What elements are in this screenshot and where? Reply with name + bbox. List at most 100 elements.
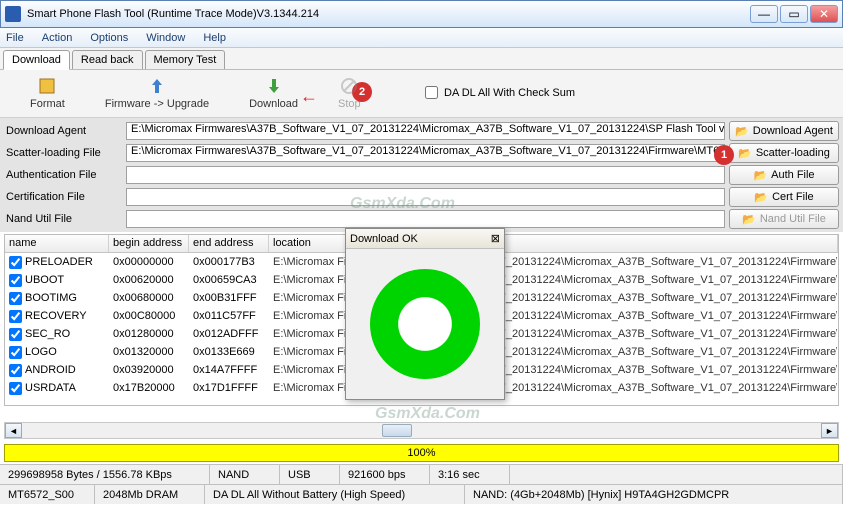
menu-action[interactable]: Action	[42, 32, 73, 44]
row-end: 0x011C57FF	[189, 310, 269, 322]
firmware-upgrade-button[interactable]: Firmware -> Upgrade	[105, 77, 209, 110]
da-label: Download Agent	[4, 125, 122, 137]
download-label: Download	[249, 98, 298, 110]
row-begin: 0x01320000	[109, 346, 189, 358]
row-begin: 0x03920000	[109, 364, 189, 376]
cert-label: Certification File	[4, 191, 122, 203]
row-name: UBOOT	[25, 274, 64, 286]
cert-file-button[interactable]: 📂Cert File	[729, 187, 839, 207]
minimize-button[interactable]: —	[750, 5, 778, 23]
progress-text: 100%	[407, 447, 435, 459]
row-checkbox[interactable]	[9, 292, 22, 305]
progress-bar: 100%	[4, 444, 839, 462]
stop-label: Stop	[338, 98, 361, 110]
dialog-close-button[interactable]: ⊠	[491, 232, 500, 245]
status-chip: MT6572_S00	[0, 485, 95, 504]
da-input[interactable]: E:\Micromax Firmwares\A37B_Software_V1_0…	[126, 122, 725, 140]
tab-memtest[interactable]: Memory Test	[145, 50, 226, 69]
row-checkbox[interactable]	[9, 328, 22, 341]
col-begin[interactable]: begin address	[109, 235, 189, 252]
scatter-label: Scatter-loading File	[4, 147, 122, 159]
auth-file-button[interactable]: 📂Auth File	[729, 165, 839, 185]
row-checkbox[interactable]	[9, 310, 22, 323]
toolbar: Format Firmware -> Upgrade Download ← 2 …	[0, 70, 843, 118]
row-begin: 0x00000000	[109, 256, 189, 268]
nand-input[interactable]	[126, 210, 725, 228]
menubar: File Action Options Window Help	[0, 28, 843, 48]
horizontal-scrollbar[interactable]: ◄ ►	[4, 422, 839, 439]
tabbar: Download Read back Memory Test	[0, 48, 843, 70]
row-name: USRDATA	[25, 382, 76, 394]
row-begin: 0x00620000	[109, 274, 189, 286]
stop-button[interactable]: Stop	[338, 77, 361, 110]
menu-options[interactable]: Options	[90, 32, 128, 44]
menu-file[interactable]: File	[6, 32, 24, 44]
row-checkbox[interactable]	[9, 256, 22, 269]
row-end: 0x14A7FFFF	[189, 364, 269, 376]
row-checkbox[interactable]	[9, 274, 22, 287]
upgrade-icon	[148, 77, 166, 95]
scroll-right-arrow[interactable]: ►	[821, 423, 838, 438]
scatter-loading-button[interactable]: 📂Scatter-loading	[729, 143, 839, 163]
status-usb: USB	[280, 465, 340, 484]
folder-icon: 📂	[754, 191, 768, 204]
row-end: 0x0133E669	[189, 346, 269, 358]
row-name: PRELOADER	[25, 256, 93, 268]
scroll-thumb[interactable]	[382, 424, 412, 437]
row-name: RECOVERY	[25, 310, 87, 322]
row-begin: 0x00680000	[109, 292, 189, 304]
row-begin: 0x17B20000	[109, 382, 189, 394]
format-label: Format	[30, 98, 65, 110]
status-bps: 921600 bps	[340, 465, 430, 484]
row-checkbox[interactable]	[9, 382, 22, 395]
status-dram: 2048Mb DRAM	[95, 485, 205, 504]
row-name: SEC_RO	[25, 328, 70, 340]
auth-label: Authentication File	[4, 169, 122, 181]
nand-util-button[interactable]: 📂Nand Util File	[729, 209, 839, 229]
scatter-input[interactable]: E:\Micromax Firmwares\A37B_Software_V1_0…	[126, 144, 725, 162]
row-name: BOOTIMG	[25, 292, 77, 304]
row-checkbox[interactable]	[9, 346, 22, 359]
download-icon	[265, 77, 283, 95]
maximize-button[interactable]: ▭	[780, 5, 808, 23]
status-row-1: 299698958 Bytes / 1556.78 KBps NAND USB …	[0, 464, 843, 484]
row-checkbox[interactable]	[9, 364, 22, 377]
scroll-left-arrow[interactable]: ◄	[5, 423, 22, 438]
close-button[interactable]: ✕	[810, 5, 838, 23]
row-end: 0x000177B3	[189, 256, 269, 268]
row-name: LOGO	[25, 346, 57, 358]
menu-window[interactable]: Window	[146, 32, 185, 44]
status-nand: NAND	[210, 465, 280, 484]
auth-input[interactable]	[126, 166, 725, 184]
col-name[interactable]: name	[5, 235, 109, 252]
app-icon	[5, 6, 21, 22]
folder-icon: 📂	[738, 147, 752, 160]
dialog-title-text: Download OK	[350, 233, 491, 245]
download-button[interactable]: Download	[249, 77, 298, 110]
download-ok-dialog: Download OK ⊠	[345, 228, 505, 400]
col-end[interactable]: end address	[189, 235, 269, 252]
format-button[interactable]: Format	[30, 77, 65, 110]
tab-readback[interactable]: Read back	[72, 50, 143, 69]
format-icon	[38, 77, 56, 95]
row-begin: 0x01280000	[109, 328, 189, 340]
folder-icon: 📂	[735, 125, 749, 138]
row-end: 0x00B31FFF	[189, 292, 269, 304]
menu-help[interactable]: Help	[203, 32, 226, 44]
titlebar: Smart Phone Flash Tool (Runtime Trace Mo…	[0, 0, 843, 28]
row-name: ANDROID	[25, 364, 76, 376]
watermark: GsmXda.Com	[375, 405, 480, 423]
stop-icon	[340, 77, 358, 95]
row-end: 0x00659CA3	[189, 274, 269, 286]
annotation-bubble-1: 1	[714, 145, 734, 165]
tab-download[interactable]: Download	[3, 50, 70, 70]
cert-input[interactable]	[126, 188, 725, 206]
da-dl-checkbox[interactable]	[425, 86, 438, 99]
status-time: 3:16 sec	[430, 465, 510, 484]
row-begin: 0x00C80000	[109, 310, 189, 322]
status-row-2: MT6572_S00 2048Mb DRAM DA DL All Without…	[0, 484, 843, 504]
firmware-label: Firmware -> Upgrade	[105, 98, 209, 110]
success-ring-icon	[370, 269, 480, 379]
folder-icon: 📂	[753, 169, 767, 182]
download-agent-button[interactable]: 📂Download Agent	[729, 121, 839, 141]
